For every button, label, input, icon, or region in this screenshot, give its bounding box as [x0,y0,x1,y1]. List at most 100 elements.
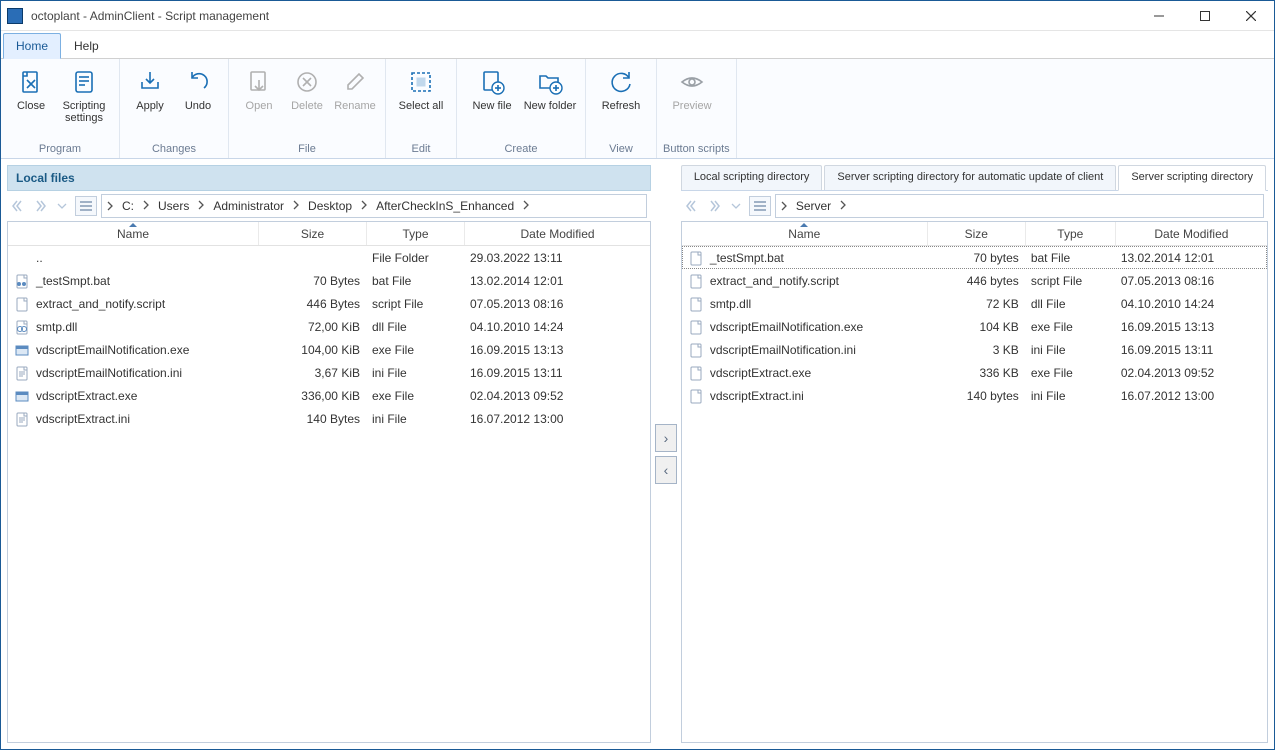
cell-size: 446 bytes [927,274,1025,288]
table-row[interactable]: _testSmpt.bat70 bytesbat File13.02.2014 … [682,246,1267,269]
table-row[interactable]: _testSmpt.bat70 Bytesbat File13.02.2014 … [8,269,650,292]
nav-back-all-icon[interactable] [683,197,701,215]
table-row[interactable]: vdscriptExtract.ini140 bytesini File16.0… [682,384,1267,407]
nav-back-all-icon[interactable] [9,197,27,215]
transfer-left-button[interactable]: ‹ [655,456,677,484]
right-panel: Local scripting directoryServer scriptin… [681,165,1268,743]
col-size[interactable]: Size [258,222,366,245]
rename-button: Rename [331,63,379,116]
left-breadcrumb[interactable]: C: Users Administrator Desktop AfterCheckInS… [101,194,647,218]
right-breadcrumb-bar: Server [681,191,1268,221]
transfer-right-button[interactable]: › [655,424,677,452]
titlebar: octoplant - AdminClient - Script managem… [1,1,1274,31]
breadcrumb-segment[interactable]: AfterCheckInS_Enhanced [370,199,520,213]
nav-dropdown-icon[interactable] [53,197,71,215]
ribbon-group-file: OpenDeleteRenameFile [229,59,386,158]
cell-name: vdscriptEmailNotification.exe [682,319,927,335]
select-all-button[interactable]: Select all [392,63,450,116]
new-folder-button[interactable]: New folder [521,63,579,116]
col-name[interactable]: Name [8,222,258,245]
new-file-icon [477,67,507,97]
breadcrumb-segment[interactable]: C: [116,199,140,213]
cell-name: vdscriptExtract.ini [8,411,258,427]
menu-tab-help[interactable]: Help [61,33,112,58]
preview-button: Preview [663,63,721,116]
table-row[interactable]: vdscriptEmailNotification.exe104 KBexe F… [682,315,1267,338]
chevron-right-icon [292,199,300,213]
table-row[interactable]: vdscriptExtract.exe336,00 KiBexe File02.… [8,384,650,407]
maximize-button[interactable] [1182,1,1228,31]
chevron-right-icon [142,199,150,213]
cell-name: smtp.dll [8,319,258,335]
right-table-body: _testSmpt.bat70 bytesbat File13.02.2014 … [682,246,1267,742]
apply-button[interactable]: Apply [126,63,174,116]
breadcrumb-segment[interactable]: Users [152,199,195,213]
breadcrumb-segment[interactable]: Server [790,199,837,213]
cell-name: vdscriptEmailNotification.exe [8,342,258,358]
list-view-icon[interactable] [749,196,771,216]
table-row[interactable]: smtp.dll72 KBdll File04.10.2010 14:24 [682,292,1267,315]
nav-forward-all-icon[interactable] [31,197,49,215]
menu-tab-home[interactable]: Home [3,33,61,59]
cell-type: script File [1025,274,1115,288]
right-breadcrumb[interactable]: Server [775,194,1264,218]
breadcrumb-segment[interactable]: Desktop [302,199,358,213]
cell-size: 70 Bytes [258,274,366,288]
panel-tab[interactable]: Local scripting directory [681,165,823,190]
cell-size: 336,00 KiB [258,389,366,403]
table-row[interactable]: extract_and_notify.script446 Bytesscript… [8,292,650,315]
cell-size: 3,67 KiB [258,366,366,380]
cell-date: 16.07.2012 13:00 [1115,389,1267,403]
ribbon-tool-label: Refresh [602,100,641,112]
cell-size: 140 bytes [927,389,1025,403]
breadcrumb-segment[interactable]: Administrator [207,199,290,213]
cell-type: bat File [366,274,464,288]
col-name[interactable]: Name [682,222,927,245]
ribbon-tool-label: New file [472,100,511,112]
scripting-settings-button[interactable]: Scripting settings [55,63,113,128]
apply-icon [135,67,165,97]
table-row[interactable]: ..File Folder29.03.2022 13:11 [8,246,650,269]
cell-date: 04.10.2010 14:24 [464,320,650,334]
col-type[interactable]: Type [366,222,464,245]
table-row[interactable]: vdscriptExtract.ini140 Bytesini File16.0… [8,407,650,430]
nav-forward-all-icon[interactable] [705,197,723,215]
close-button[interactable]: Close [7,63,55,116]
file-icon [688,250,704,266]
table-row[interactable]: vdscriptEmailNotification.exe104,00 KiBe… [8,338,650,361]
undo-button[interactable]: Undo [174,63,222,116]
table-row[interactable]: vdscriptEmailNotification.ini3,67 KiBini… [8,361,650,384]
close-button[interactable] [1228,1,1274,31]
ribbon-group-create: New fileNew folderCreate [457,59,586,158]
table-row[interactable]: extract_and_notify.script446 bytesscript… [682,269,1267,292]
col-size[interactable]: Size [927,222,1025,245]
cell-size: 72,00 KiB [258,320,366,334]
cell-type: script File [366,297,464,311]
cell-type: ini File [366,366,464,380]
col-type[interactable]: Type [1025,222,1115,245]
ribbon-tool-label: Rename [334,100,376,112]
minimize-button[interactable] [1136,1,1182,31]
cell-type: ini File [366,412,464,426]
ribbon-group-button-scripts: PreviewButton scripts [657,59,737,158]
table-row[interactable]: smtp.dll72,00 KiBdll File04.10.2010 14:2… [8,315,650,338]
cell-name: .. [8,250,258,266]
table-row[interactable]: vdscriptEmailNotification.ini3 KBini Fil… [682,338,1267,361]
file-icon [688,296,704,312]
nav-dropdown-icon[interactable] [727,197,745,215]
cell-type: ini File [1025,389,1115,403]
ribbon-group-label: View [592,141,650,156]
left-table-header: Name Size Type Date Modified [8,222,650,246]
panel-tab[interactable]: Server scripting directory for automatic… [824,165,1116,190]
col-date[interactable]: Date Modified [1115,222,1267,245]
left-table-body: ..File Folder29.03.2022 13:11_testSmpt.b… [8,246,650,742]
table-row[interactable]: vdscriptExtract.exe336 KBexe File02.04.2… [682,361,1267,384]
refresh-button[interactable]: Refresh [592,63,650,116]
panel-tab[interactable]: Server scripting directory [1118,165,1266,191]
cell-name: vdscriptEmailNotification.ini [8,365,258,381]
list-view-icon[interactable] [75,196,97,216]
new-file-button[interactable]: New file [463,63,521,116]
cell-date: 07.05.2013 08:16 [1115,274,1267,288]
col-date[interactable]: Date Modified [464,222,650,245]
file-icon [14,411,30,427]
